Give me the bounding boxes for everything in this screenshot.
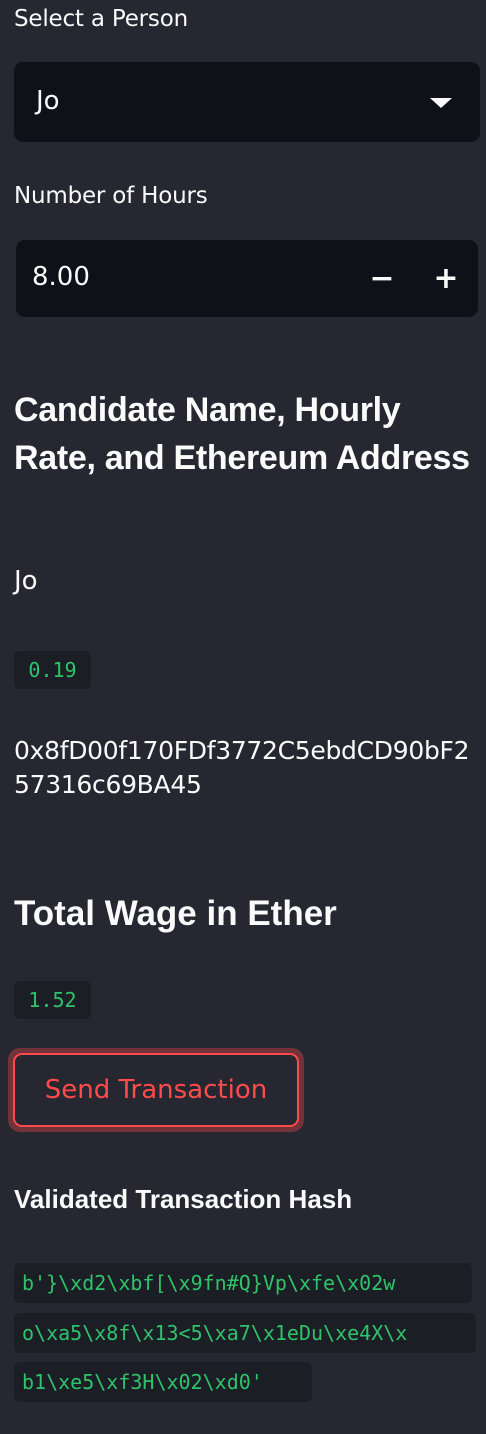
hours-number-input[interactable]: 8.00 − + <box>16 240 478 317</box>
send-transaction-focus-ring: Send Transaction <box>8 1048 304 1132</box>
chevron-down-icon[interactable] <box>430 98 452 108</box>
ethereum-address: 0x8fD00f170FDf3772C5ebdCD90bF257316c69BA… <box>14 736 470 799</box>
send-transaction-button[interactable]: Send Transaction <box>13 1053 299 1127</box>
person-select-value: Jo <box>36 86 60 116</box>
candidate-heading: Candidate Name, Hourly Rate, and Ethereu… <box>14 391 470 477</box>
transaction-hash-heading: Validated Transaction Hash <box>14 1184 353 1214</box>
total-wage-value: 1.52 <box>14 981 91 1019</box>
total-wage-heading: Total Wage in Ether <box>14 894 337 933</box>
candidate-name: Jo <box>14 566 38 596</box>
hourly-rate-value: 0.19 <box>14 651 91 689</box>
hours-label: Number of Hours <box>14 183 208 209</box>
decrement-button[interactable]: − <box>350 240 414 317</box>
select-person-label: Select a Person <box>14 6 188 32</box>
transaction-hash-line: b1\xe5\xf3H\x02\xd0' <box>14 1362 312 1402</box>
hours-input-value[interactable]: 8.00 <box>32 262 90 292</box>
transaction-hash-line: b'}\xd2\xbf[\x9fn#Q}Vp\xfe\x02w <box>14 1263 472 1303</box>
person-select[interactable]: Jo <box>14 62 480 142</box>
increment-button[interactable]: + <box>414 240 478 317</box>
transaction-hash-line: o\xa5\x8f\x13<5\xa7\x1eDu\xe4X\x <box>14 1313 476 1353</box>
